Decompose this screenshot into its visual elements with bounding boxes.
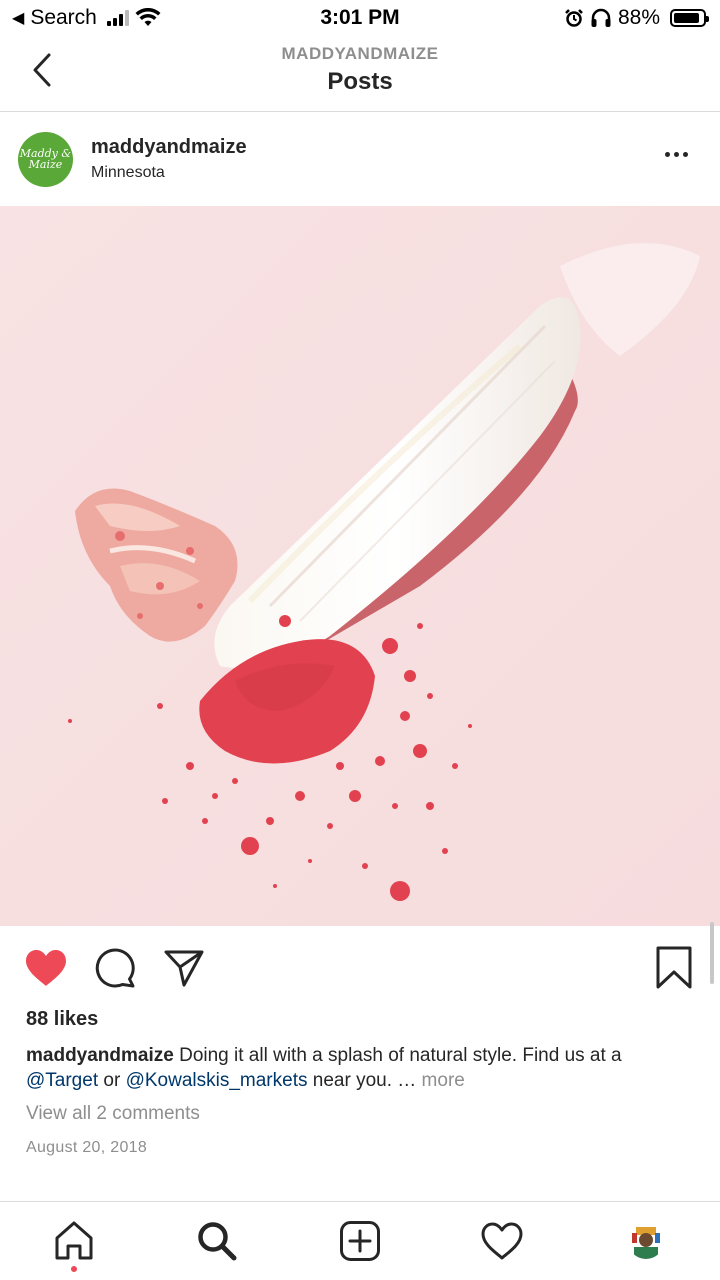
post-date: August 20, 2018 bbox=[26, 1139, 148, 1156]
add-post-icon bbox=[340, 1221, 380, 1261]
post-caption: maddyandmaize Doing it all with a splash… bbox=[26, 1043, 696, 1093]
comment-bubble-icon bbox=[95, 948, 135, 988]
caption-text-1: Doing it all with a splash of natural st… bbox=[179, 1045, 622, 1066]
status-right: 88% bbox=[564, 6, 709, 30]
home-icon bbox=[55, 1221, 93, 1260]
wifi-icon bbox=[135, 8, 161, 26]
post-username[interactable]: maddyandmaize bbox=[91, 136, 247, 159]
bottom-tab-bar bbox=[0, 1201, 720, 1280]
tab-profile[interactable] bbox=[621, 1216, 671, 1266]
post-user-info: maddyandmaize Minnesota bbox=[91, 136, 247, 182]
share-button[interactable] bbox=[160, 944, 208, 992]
paper-plane-icon bbox=[164, 950, 204, 987]
bookmark-icon bbox=[656, 946, 692, 989]
page-title: Posts bbox=[327, 68, 393, 95]
post-location[interactable]: Minnesota bbox=[91, 164, 247, 182]
post-actions bbox=[0, 944, 720, 994]
more-horizontal-icon bbox=[665, 152, 670, 157]
battery-percent: 88% bbox=[617, 6, 660, 29]
tab-home[interactable] bbox=[49, 1216, 99, 1272]
nav-header: MADDYANDMAIZE Posts bbox=[0, 36, 720, 112]
like-button[interactable] bbox=[22, 944, 70, 992]
save-button[interactable] bbox=[650, 944, 698, 992]
caption-text-2: or bbox=[103, 1070, 121, 1091]
caption-text-3: near you. … bbox=[312, 1070, 417, 1091]
back-app-label: Search bbox=[30, 6, 97, 29]
back-to-app[interactable]: ◀ Search bbox=[12, 6, 161, 30]
battery-icon bbox=[670, 9, 709, 27]
back-triangle-icon: ◀ bbox=[12, 10, 25, 27]
post-image[interactable] bbox=[0, 206, 720, 926]
tab-activity[interactable] bbox=[477, 1216, 527, 1266]
post-avatar[interactable]: Maddy & Maize bbox=[18, 131, 73, 187]
profile-avatar bbox=[628, 1223, 664, 1259]
battery-fill bbox=[674, 13, 699, 23]
tab-search[interactable] bbox=[192, 1216, 242, 1266]
profile-avatar-image bbox=[628, 1223, 664, 1259]
search-icon bbox=[198, 1222, 237, 1261]
more-options-button[interactable] bbox=[659, 146, 694, 163]
likes-count[interactable]: 88 likes bbox=[26, 1008, 98, 1031]
instagram-post-screen: ◀ Search 3:01 PM 88% MADDYANDMAIZE Posts… bbox=[0, 0, 720, 1280]
home-notification-dot bbox=[71, 1266, 77, 1272]
caption-more-link[interactable]: more bbox=[422, 1070, 465, 1091]
avatar-logo-text: Maddy & Maize bbox=[19, 147, 72, 171]
heart-filled-icon bbox=[26, 950, 66, 986]
caption-username[interactable]: maddyandmaize bbox=[26, 1045, 174, 1066]
header-subtitle: MADDYANDMAIZE bbox=[281, 44, 439, 63]
alarm-icon bbox=[565, 9, 583, 27]
tab-new-post[interactable] bbox=[335, 1216, 385, 1266]
comment-button[interactable] bbox=[92, 944, 140, 992]
activity-heart-icon bbox=[481, 1222, 523, 1260]
makeup-swatch-photo bbox=[0, 206, 720, 926]
header-titles: MADDYANDMAIZE Posts bbox=[0, 44, 720, 96]
status-bar: ◀ Search 3:01 PM 88% bbox=[0, 0, 720, 36]
view-comments-link[interactable]: View all 2 comments bbox=[26, 1103, 200, 1125]
cellular-signal-icon bbox=[106, 10, 129, 26]
mention-kowalskis[interactable]: @Kowalskis_markets bbox=[126, 1070, 308, 1091]
mention-target[interactable]: @Target bbox=[26, 1070, 98, 1091]
headphones-icon bbox=[591, 8, 611, 27]
post-header: Maddy & Maize maddyandmaize Minnesota bbox=[0, 112, 720, 206]
